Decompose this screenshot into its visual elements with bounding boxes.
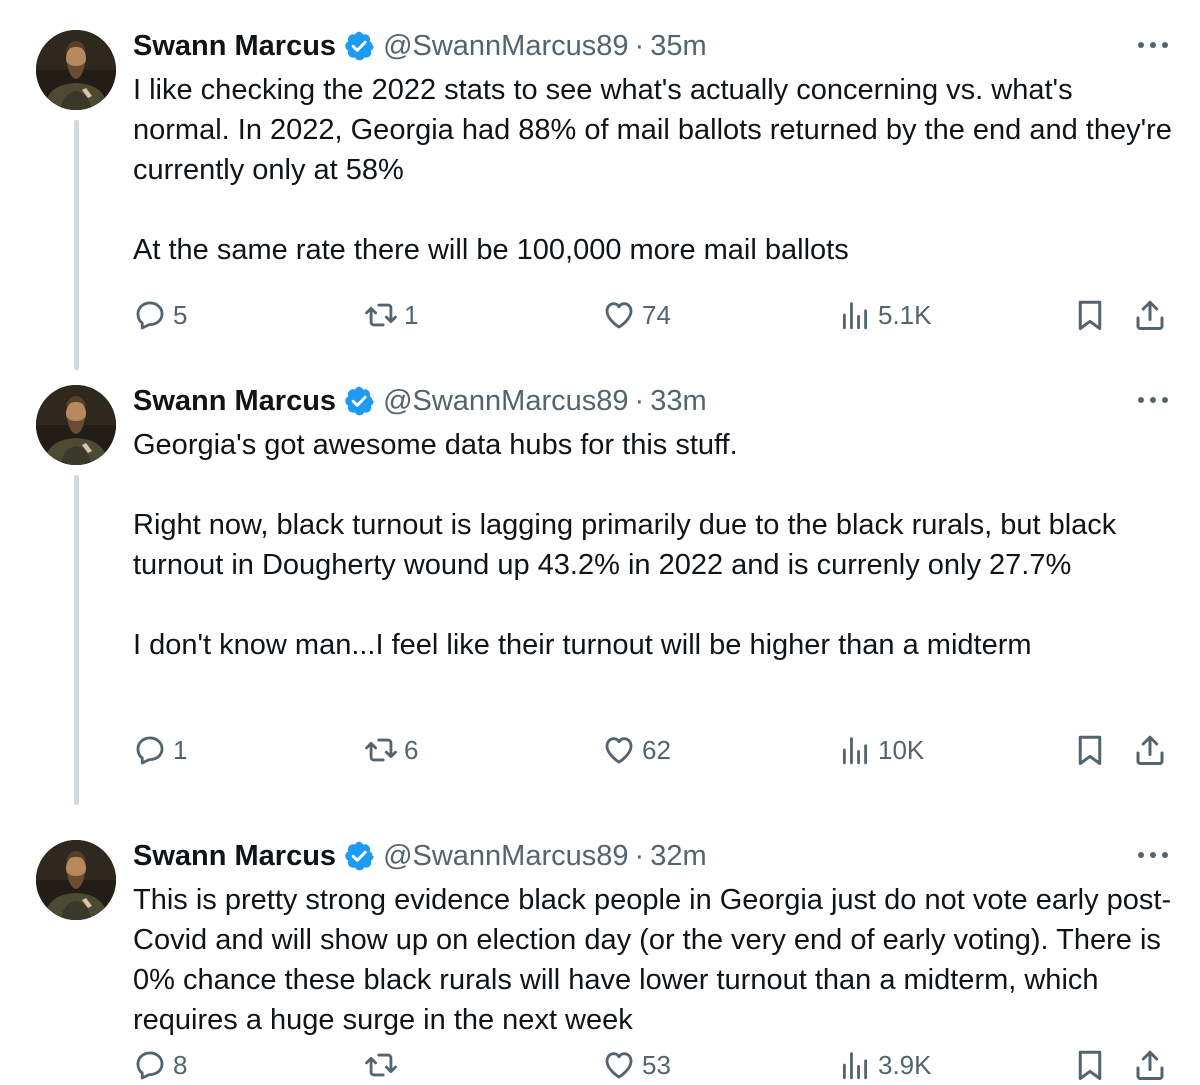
verified-badge-icon <box>343 30 375 62</box>
tweet-actions: 1 6 62 10K <box>0 730 1200 770</box>
views-button[interactable]: 5.1K <box>838 295 932 335</box>
tweet-text: I like checking the 2022 stats to see wh… <box>133 70 1173 270</box>
tweet-actions: 8 53 3.9K <box>0 1045 1200 1085</box>
author-avatar[interactable] <box>36 840 116 920</box>
views-chart-icon <box>838 733 872 767</box>
repost-button[interactable]: 1 <box>364 295 418 335</box>
author-handle[interactable]: @SwannMarcus89 <box>383 837 628 875</box>
repost-count: 1 <box>404 299 419 330</box>
tweet-header: Swann Marcus @SwannMarcus89 · 35m <box>133 26 707 66</box>
separator-dot: · <box>634 385 645 417</box>
repost-count: 6 <box>404 734 419 765</box>
tweet-paragraph: This is pretty strong evidence black peo… <box>133 884 1172 1036</box>
tweet-header: Swann Marcus @SwannMarcus89 · 33m <box>133 381 707 421</box>
heart-icon <box>602 733 636 767</box>
share-button[interactable] <box>1132 295 1168 335</box>
view-count: 5.1K <box>878 299 932 330</box>
bookmark-icon <box>1072 732 1108 768</box>
views-chart-icon <box>838 1048 872 1082</box>
reply-icon <box>133 298 167 332</box>
view-count: 3.9K <box>878 1049 932 1080</box>
author-name[interactable]: Swann Marcus <box>133 382 336 420</box>
tweet-paragraph: At the same rate there will be 100,000 m… <box>133 234 849 266</box>
tweet[interactable]: Swann Marcus @SwannMarcus89 · 32m This i… <box>0 810 1200 1085</box>
like-button[interactable]: 53 <box>602 1045 671 1085</box>
tweet-header: Swann Marcus @SwannMarcus89 · 32m <box>133 836 707 876</box>
tweet[interactable]: Swann Marcus @SwannMarcus89 · 33m Georgi… <box>0 355 1200 810</box>
like-button[interactable]: 74 <box>602 295 671 335</box>
separator-dot: · <box>634 30 645 62</box>
views-button[interactable]: 10K <box>838 730 924 770</box>
tweet-paragraph: I like checking the 2022 stats to see wh… <box>133 74 1172 186</box>
repost-button[interactable]: 6 <box>364 730 418 770</box>
views-chart-icon <box>838 298 872 332</box>
reply-icon <box>133 1048 167 1082</box>
author-handle[interactable]: @SwannMarcus89 <box>383 382 628 420</box>
share-button[interactable] <box>1132 730 1168 770</box>
bookmark-icon <box>1072 297 1108 333</box>
reply-icon <box>133 733 167 767</box>
like-count: 53 <box>642 1049 671 1080</box>
more-options-icon[interactable] <box>1138 40 1168 50</box>
tweet-text: This is pretty strong evidence black peo… <box>133 880 1173 1040</box>
bookmark-button[interactable] <box>1072 1045 1108 1085</box>
like-count: 62 <box>642 734 671 765</box>
reply-count: 5 <box>173 299 188 330</box>
tweet-actions: 5 1 74 5.1K <box>0 295 1200 335</box>
share-icon <box>1132 732 1168 768</box>
verified-badge-icon <box>343 840 375 872</box>
repost-icon <box>364 298 398 332</box>
tweet-text: Georgia's got awesome data hubs for this… <box>133 425 1173 665</box>
reply-button[interactable]: 8 <box>133 1045 187 1085</box>
share-button[interactable] <box>1132 1045 1168 1085</box>
author-name[interactable]: Swann Marcus <box>133 837 336 875</box>
like-button[interactable]: 62 <box>602 730 671 770</box>
repost-icon <box>364 1048 398 1082</box>
more-options-icon[interactable] <box>1138 850 1168 860</box>
tweet-paragraph: Georgia's got awesome data hubs for this… <box>133 429 738 461</box>
tweet[interactable]: Swann Marcus @SwannMarcus89 · 35m I like… <box>0 0 1200 370</box>
like-count: 74 <box>642 299 671 330</box>
tweet-paragraph: I don't know man...I feel like their tur… <box>133 629 1032 661</box>
reply-button[interactable]: 1 <box>133 730 187 770</box>
bookmark-icon <box>1072 1047 1108 1083</box>
bookmark-button[interactable] <box>1072 295 1108 335</box>
author-avatar[interactable] <box>36 30 116 110</box>
author-name[interactable]: Swann Marcus <box>133 27 336 65</box>
heart-icon <box>602 1048 636 1082</box>
repost-icon <box>364 733 398 767</box>
reply-count: 8 <box>173 1049 188 1080</box>
more-options-icon[interactable] <box>1138 395 1168 405</box>
views-button[interactable]: 3.9K <box>838 1045 932 1085</box>
share-icon <box>1132 297 1168 333</box>
author-handle[interactable]: @SwannMarcus89 <box>383 27 628 65</box>
tweet-timestamp[interactable]: 33m <box>650 382 706 420</box>
share-icon <box>1132 1047 1168 1083</box>
reply-button[interactable]: 5 <box>133 295 187 335</box>
view-count: 10K <box>878 734 925 765</box>
verified-badge-icon <box>343 385 375 417</box>
tweet-timestamp[interactable]: 35m <box>650 27 706 65</box>
tweet-paragraph: Right now, black turnout is lagging prim… <box>133 509 1117 581</box>
repost-button[interactable] <box>364 1045 404 1085</box>
heart-icon <box>602 298 636 332</box>
separator-dot: · <box>634 840 645 872</box>
reply-count: 1 <box>173 734 188 765</box>
tweet-timestamp[interactable]: 32m <box>650 837 706 875</box>
author-avatar[interactable] <box>36 385 116 465</box>
bookmark-button[interactable] <box>1072 730 1108 770</box>
